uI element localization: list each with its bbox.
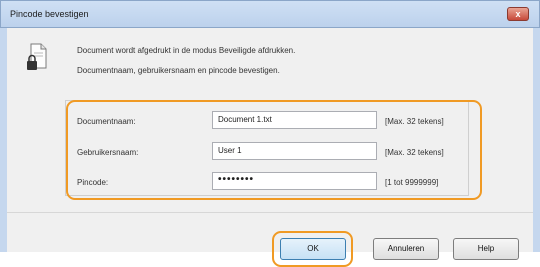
title-bar: Pincode bevestigen x <box>0 0 540 28</box>
window-frame-right <box>533 28 540 252</box>
pincode-dialog: Pincode bevestigen x Document wordt afge… <box>0 0 540 267</box>
close-icon: x <box>515 9 521 19</box>
fields-highlight <box>66 100 482 200</box>
message-line-1: Document wordt afgedrukt in de modus Bev… <box>77 46 296 55</box>
ok-highlight <box>272 231 353 267</box>
cancel-button[interactable]: Annuleren <box>373 238 439 260</box>
document-lock-icon <box>27 43 47 70</box>
close-button[interactable]: x <box>507 7 529 21</box>
help-button[interactable]: Help <box>453 238 519 260</box>
button-area-divider <box>7 212 533 213</box>
message-line-2: Documentnaam, gebruikersnaam en pincode … <box>77 66 280 75</box>
dialog-title: Pincode bevestigen <box>10 9 89 19</box>
window-frame-left <box>0 28 7 252</box>
dialog-body: Document wordt afgedrukt in de modus Bev… <box>7 28 533 267</box>
